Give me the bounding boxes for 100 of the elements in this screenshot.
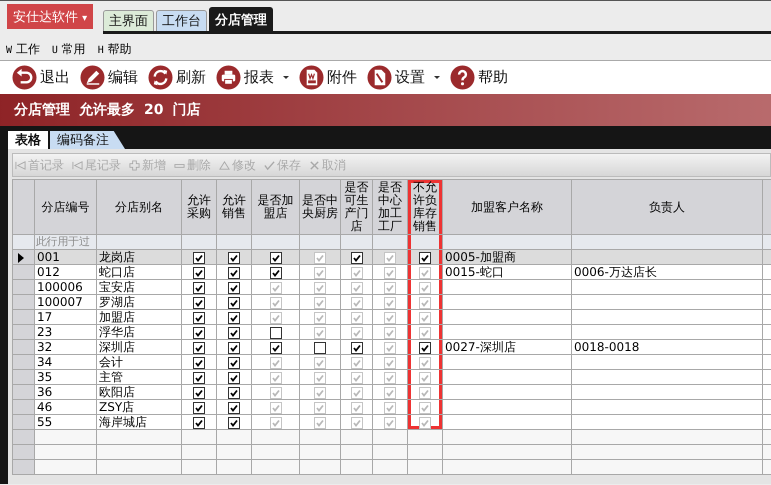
checkbox[interactable]	[270, 266, 282, 278]
triangle-icon	[219, 160, 230, 170]
checkbox[interactable]	[350, 342, 362, 354]
column-header[interactable]: 不允许负库存销售	[408, 180, 442, 234]
checkbox[interactable]	[228, 312, 240, 324]
toolbar-button[interactable]: 刷新	[146, 65, 208, 90]
banner-text: 允许最多	[79, 101, 135, 119]
checkbox[interactable]	[419, 252, 431, 264]
checkbox[interactable]	[228, 386, 240, 398]
checkbox[interactable]	[270, 326, 282, 338]
table-cell: 012	[34, 264, 96, 280]
document-icon	[299, 65, 324, 90]
checkbox[interactable]	[228, 252, 240, 264]
banner-title: 分店管理	[14, 101, 70, 119]
checkbox[interactable]	[228, 296, 240, 308]
table-cell: 主管	[96, 370, 182, 384]
checkbox[interactable]	[350, 252, 362, 264]
column-header[interactable]: 允许销售	[216, 180, 252, 234]
table-cell: 35	[34, 370, 96, 384]
table-cell: 罗湖店	[96, 294, 182, 310]
checkbox[interactable]	[228, 282, 240, 294]
checkbox[interactable]	[193, 296, 205, 308]
table-cell: 加盟店	[96, 310, 182, 324]
table-cell: 32	[34, 340, 96, 354]
app-menu-button[interactable]: 安仕达软件 ▾	[7, 4, 94, 29]
table-cell: 001	[34, 250, 96, 264]
checkbox[interactable]	[193, 372, 205, 384]
checkbox[interactable]	[193, 326, 205, 338]
undo-icon	[12, 65, 37, 90]
toolbar-button[interactable]: 设置	[365, 65, 442, 90]
checkbox[interactable]	[228, 402, 240, 414]
skip-icon	[15, 160, 26, 170]
checkbox[interactable]	[228, 342, 240, 354]
checkbox[interactable]	[228, 372, 240, 384]
column-header[interactable]: 负责人	[572, 180, 762, 234]
column-header[interactable]: 是否可生产门店	[340, 180, 372, 234]
skip-icon	[72, 160, 83, 170]
checkbox[interactable]	[193, 266, 205, 278]
table-cell: 浮华店	[96, 324, 182, 340]
toolbar-button[interactable]: 附件	[297, 65, 359, 90]
column-header[interactable]: 允许采购	[182, 180, 216, 234]
table-cell: 0005-加盟商	[445, 250, 516, 264]
table-cell: 23	[34, 324, 96, 340]
sheet-tab[interactable]: 表格	[8, 131, 48, 149]
sheet-tab[interactable]: 编码备注	[50, 131, 125, 149]
menu-item[interactable]: H 帮助	[98, 40, 132, 58]
table-cell: 36	[34, 384, 96, 400]
caret-icon	[283, 76, 289, 79]
settings-icon	[367, 65, 392, 90]
table-cell: 0006-万达店长	[574, 266, 657, 278]
column-header[interactable]: 分店编号	[34, 180, 96, 234]
checkbox[interactable]	[419, 342, 431, 354]
checkbox[interactable]	[193, 342, 205, 354]
table-cell: 会计	[96, 354, 182, 370]
banner-unit: 门店	[172, 101, 200, 119]
table-cell: 0027-深圳店	[445, 340, 516, 354]
toolbar-button[interactable]: 编辑	[78, 65, 140, 90]
banner-count: 20	[144, 102, 164, 118]
checkbox[interactable]	[270, 342, 282, 354]
column-header[interactable]: 加盟客户名称	[442, 180, 572, 234]
menu-item[interactable]: W 工作	[6, 40, 40, 58]
checkbox[interactable]	[228, 416, 240, 428]
checkbox[interactable]	[193, 416, 205, 428]
column-header[interactable]: 是否中心加工工厂	[372, 180, 408, 234]
refresh-icon	[148, 65, 173, 90]
column-header[interactable]: 是否中央厨房	[300, 180, 340, 234]
checkbox[interactable]	[228, 266, 240, 278]
table-cell: 海岸城店	[96, 414, 182, 430]
pencil-icon	[80, 65, 105, 90]
toolbar-button[interactable]: 报表	[214, 65, 291, 90]
plus-icon	[129, 160, 140, 170]
checkbox[interactable]	[193, 356, 205, 368]
window-tab[interactable]: 主界面	[103, 10, 154, 31]
checkbox[interactable]	[228, 356, 240, 368]
table-cell: 100006	[34, 280, 96, 294]
checkbox[interactable]	[270, 252, 282, 264]
checkbox[interactable]	[193, 312, 205, 324]
table-cell: ZSY店	[96, 400, 182, 414]
table-cell: 100007	[34, 294, 96, 310]
table-cell: 蛇口店	[96, 264, 182, 280]
column-header[interactable]: 分店别名	[96, 180, 182, 234]
checkbox[interactable]	[193, 402, 205, 414]
printer-icon	[216, 65, 241, 90]
help-icon	[450, 65, 475, 90]
table-cell: 55	[34, 414, 96, 430]
window-tab[interactable]: 工作台	[156, 10, 208, 31]
checkbox[interactable]	[228, 326, 240, 338]
table-cell: 深圳店	[96, 340, 182, 354]
checkbox[interactable]	[193, 252, 205, 264]
checkbox[interactable]	[193, 386, 205, 398]
table-cell: 34	[34, 354, 96, 370]
toolbar-button[interactable]: 帮助	[448, 65, 510, 90]
checkbox[interactable]	[193, 282, 205, 294]
caret-icon	[434, 76, 440, 79]
window-tab[interactable]: 分店管理	[209, 7, 274, 31]
column-header[interactable]: 是否加盟店	[252, 180, 300, 234]
checkbox[interactable]	[314, 342, 326, 354]
toolbar-button[interactable]: 退出	[10, 65, 72, 90]
menu-item[interactable]: U 常用	[52, 40, 86, 58]
table-cell: 46	[34, 400, 96, 414]
